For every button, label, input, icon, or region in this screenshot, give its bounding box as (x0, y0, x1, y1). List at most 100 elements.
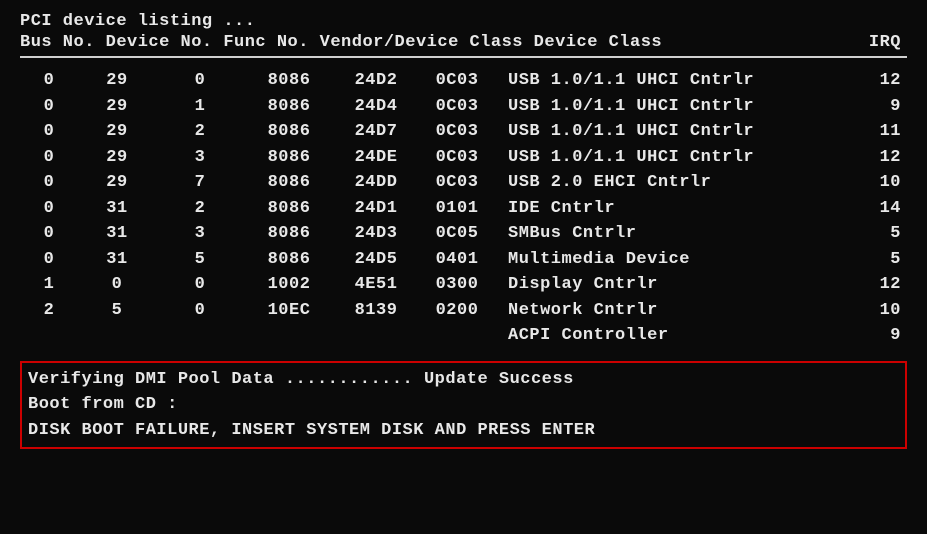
bus-no: 0 (20, 221, 78, 247)
irq-value: 11 (847, 119, 907, 145)
device-class-id: 8139 (334, 298, 418, 324)
bus-no: 0 (20, 119, 78, 145)
device-class-id: 24DD (334, 170, 418, 196)
bus-no: 0 (20, 196, 78, 222)
acpi-desc: ACPI Controller (496, 323, 847, 349)
bus-no: 0 (20, 94, 78, 120)
vendor-id: 8086 (244, 196, 334, 222)
device-class-id: 24D1 (334, 196, 418, 222)
device-no: 29 (78, 94, 156, 120)
func-no: 0 (156, 298, 244, 324)
device-no: 29 (78, 145, 156, 171)
device-class-id: 24D7 (334, 119, 418, 145)
bus-no: 2 (20, 298, 78, 324)
device-description: USB 1.0/1.1 UHCI Cntrlr (496, 145, 847, 171)
table-row: 0291808624D40C03USB 1.0/1.1 UHCI Cntrlr9 (20, 94, 907, 120)
table-row: 0313808624D30C05SMBus Cntrlr5 (20, 221, 907, 247)
irq-value: 12 (847, 145, 907, 171)
vendor-id: 8086 (244, 68, 334, 94)
table-row: 0297808624DD0C03USB 2.0 EHCI Cntrlr10 (20, 170, 907, 196)
class-code: 0C03 (418, 94, 496, 120)
device-description: IDE Cntrlr (496, 196, 847, 222)
device-class-id: 24DE (334, 145, 418, 171)
device-no: 31 (78, 196, 156, 222)
device-no: 31 (78, 221, 156, 247)
class-code: 0C03 (418, 145, 496, 171)
irq-value: 12 (847, 272, 907, 298)
func-no: 0 (156, 68, 244, 94)
pci-listing-title: PCI device listing ... (20, 12, 907, 31)
vendor-id: 10EC (244, 298, 334, 324)
device-description: USB 1.0/1.1 UHCI Cntrlr (496, 94, 847, 120)
class-code: 0300 (418, 272, 496, 298)
irq-value: 5 (847, 221, 907, 247)
vendor-id: 8086 (244, 145, 334, 171)
device-description: USB 1.0/1.1 UHCI Cntrlr (496, 68, 847, 94)
vendor-id: 8086 (244, 247, 334, 273)
device-class-id: 24D2 (334, 68, 418, 94)
column-headers: Bus No. Device No. Func No. Vendor/Devic… (20, 33, 907, 52)
disk-boot-failure-line: DISK BOOT FAILURE, INSERT SYSTEM DISK AN… (28, 418, 899, 444)
irq-value: 9 (847, 94, 907, 120)
table-row: 0292808624D70C03USB 1.0/1.1 UHCI Cntrlr1… (20, 119, 907, 145)
bus-no: 0 (20, 247, 78, 273)
class-code: 0101 (418, 196, 496, 222)
bus-no: 0 (20, 68, 78, 94)
class-code: 0C03 (418, 68, 496, 94)
device-no: 0 (78, 272, 156, 298)
irq-value: 12 (847, 68, 907, 94)
class-code: 0200 (418, 298, 496, 324)
acpi-irq: 9 (847, 323, 907, 349)
func-no: 7 (156, 170, 244, 196)
device-no: 29 (78, 68, 156, 94)
vendor-id: 8086 (244, 221, 334, 247)
acpi-row: ACPI Controller 9 (20, 323, 907, 349)
header-irq: IRQ (847, 33, 907, 52)
func-no: 0 (156, 272, 244, 298)
device-description: SMBus Cntrlr (496, 221, 847, 247)
func-no: 3 (156, 221, 244, 247)
class-code: 0401 (418, 247, 496, 273)
table-row: 0293808624DE0C03USB 1.0/1.1 UHCI Cntrlr1… (20, 145, 907, 171)
table-row: 25010EC81390200Network Cntrlr10 (20, 298, 907, 324)
header-divider (20, 56, 907, 58)
table-row: 0315808624D50401Multimedia Device5 (20, 247, 907, 273)
func-no: 2 (156, 119, 244, 145)
table-row: 0290808624D20C03USB 1.0/1.1 UHCI Cntrlr1… (20, 68, 907, 94)
dmi-verify-line: Verifying DMI Pool Data ............ Upd… (28, 367, 899, 393)
func-no: 5 (156, 247, 244, 273)
header-columns-left: Bus No. Device No. Func No. Vendor/Devic… (20, 33, 662, 52)
irq-value: 14 (847, 196, 907, 222)
device-class-id: 24D5 (334, 247, 418, 273)
vendor-id: 8086 (244, 94, 334, 120)
irq-value: 10 (847, 170, 907, 196)
device-description: Multimedia Device (496, 247, 847, 273)
vendor-id: 8086 (244, 119, 334, 145)
bus-no: 0 (20, 145, 78, 171)
boot-from-cd-line: Boot from CD : (28, 392, 899, 418)
class-code: 0C03 (418, 119, 496, 145)
func-no: 1 (156, 94, 244, 120)
boot-error-box: Verifying DMI Pool Data ............ Upd… (20, 361, 907, 450)
irq-value: 10 (847, 298, 907, 324)
bus-no: 0 (20, 170, 78, 196)
irq-value: 5 (847, 247, 907, 273)
table-row: 0312808624D10101IDE Cntrlr14 (20, 196, 907, 222)
device-no: 5 (78, 298, 156, 324)
device-no: 29 (78, 119, 156, 145)
func-no: 2 (156, 196, 244, 222)
device-description: Network Cntrlr (496, 298, 847, 324)
func-no: 3 (156, 145, 244, 171)
device-no: 31 (78, 247, 156, 273)
device-description: USB 1.0/1.1 UHCI Cntrlr (496, 119, 847, 145)
device-class-id: 24D3 (334, 221, 418, 247)
bus-no: 1 (20, 272, 78, 298)
device-class-id: 4E51 (334, 272, 418, 298)
device-description: Display Cntrlr (496, 272, 847, 298)
class-code: 0C05 (418, 221, 496, 247)
device-description: USB 2.0 EHCI Cntrlr (496, 170, 847, 196)
vendor-id: 1002 (244, 272, 334, 298)
pci-table: 0290808624D20C03USB 1.0/1.1 UHCI Cntrlr1… (20, 68, 907, 323)
class-code: 0C03 (418, 170, 496, 196)
device-no: 29 (78, 170, 156, 196)
